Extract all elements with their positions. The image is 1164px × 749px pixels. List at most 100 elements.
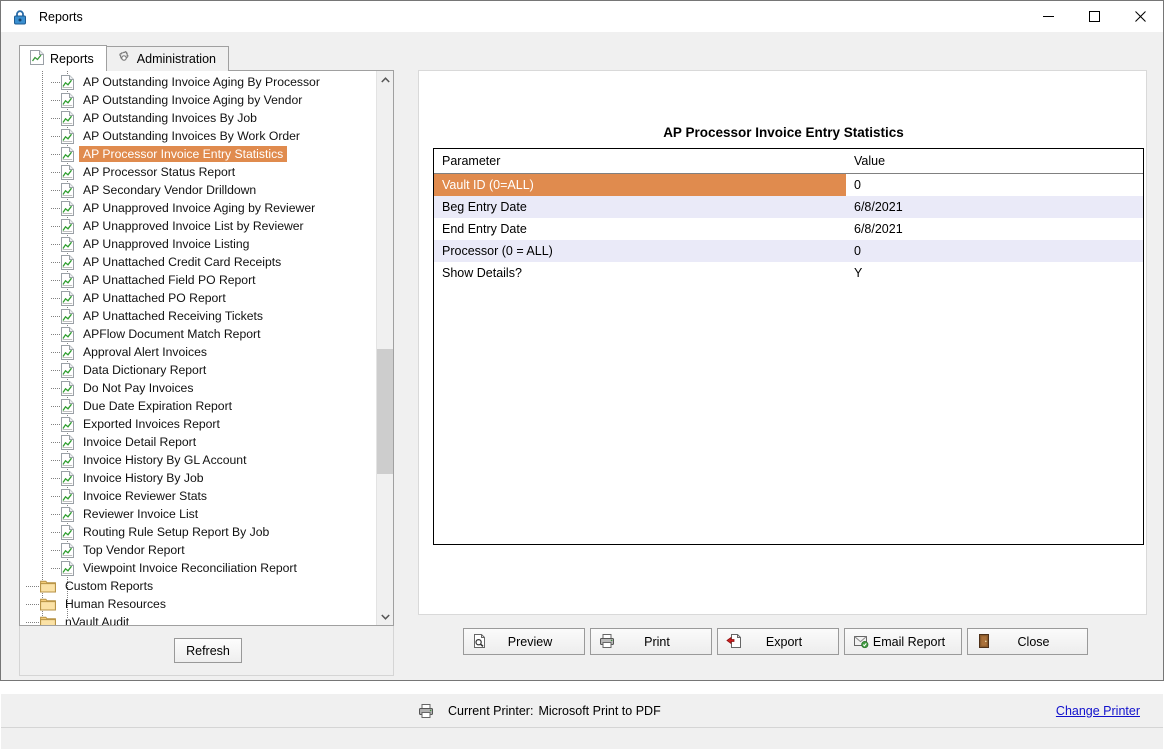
tab-administration[interactable]: Administration [105,46,229,71]
tree-item[interactable]: AP Processor Status Report [20,163,376,181]
tree-item-label: Viewpoint Invoice Reconciliation Report [83,561,297,575]
report-chart-icon [60,236,75,252]
window-bottom-edge [1,727,1163,749]
tree-item[interactable]: AP Unattached Receiving Tickets [20,307,376,325]
report-chart-icon [60,218,75,234]
tree-item-label: Invoice History By GL Account [83,453,247,467]
tree-item[interactable]: AP Unapproved Invoice Listing [20,235,376,253]
tree-item-label: Approval Alert Invoices [83,345,207,359]
preview-button[interactable]: Preview [463,628,585,655]
parameter-name-cell: Beg Entry Date [434,196,846,218]
report-preview-panel: AP Processor Invoice Entry Statistics Pa… [404,70,1147,680]
tree-item[interactable]: AP Processor Invoice Entry Statistics [20,145,376,163]
tree-item[interactable]: AP Unattached Field PO Report [20,271,376,289]
tree-item[interactable]: Invoice Detail Report [20,433,376,451]
tree-item-label: Invoice Reviewer Stats [83,489,207,503]
report-chart-icon [60,416,75,432]
parameter-name-cell: Processor (0 = ALL) [434,240,846,262]
parameter-value-cell[interactable]: Y [846,262,1143,284]
report-chart-icon [60,380,75,396]
tree-item-label: Custom Reports [65,579,154,593]
minimize-button[interactable] [1025,1,1071,32]
tree-item[interactable]: APFlow Document Match Report [20,325,376,343]
parameter-value-cell[interactable]: 0 [846,240,1143,262]
maximize-button[interactable] [1071,1,1117,32]
tree-item[interactable]: Human Resources [20,595,376,613]
tree-item[interactable]: AP Unapproved Invoice Aging by Reviewer [20,199,376,217]
tree-item[interactable]: Data Dictionary Report [20,361,376,379]
parameters-table: Parameter Value Vault ID (0=ALL) 0 Beg Ent… [433,148,1144,545]
tree-connector [22,433,60,451]
tree-connector [22,451,60,469]
tree-item-label: AP Processor Status Report [83,165,236,179]
tree-item[interactable]: Invoice Reviewer Stats [20,487,376,505]
tree-item[interactable]: Viewpoint Invoice Reconciliation Report [20,559,376,577]
tree-item[interactable]: AP Unapproved Invoice List by Reviewer [20,217,376,235]
print-button[interactable]: Print [590,628,712,655]
parameter-value-cell[interactable]: 6/8/2021 [846,218,1143,240]
table-row[interactable]: Processor (0 = ALL) 0 [434,240,1143,262]
scroll-up-arrow-icon[interactable] [377,71,393,88]
report-chart-icon [60,542,75,558]
tree-connector [22,289,60,307]
tree-item[interactable]: AP Secondary Vendor Drilldown [20,181,376,199]
refresh-button[interactable]: Refresh [174,638,242,663]
tree-connector [22,523,60,541]
tree-item[interactable]: AP Outstanding Invoice Aging by Vendor [20,91,376,109]
tree-item[interactable]: Approval Alert Invoices [20,343,376,361]
tree-scrollbar[interactable] [376,71,393,625]
parameter-name-cell: Show Details? [442,266,522,280]
tree-item[interactable]: Top Vendor Report [20,541,376,559]
tree-item[interactable]: AP Outstanding Invoice Aging By Processo… [20,73,376,91]
tree-item[interactable]: Invoice History By Job [20,469,376,487]
export-button[interactable]: Export [717,628,839,655]
tab-reports[interactable]: Reports [19,45,107,71]
tree-item-label: AP Unattached PO Report [83,291,226,305]
tree-item[interactable]: AP Outstanding Invoices By Work Order [20,127,376,145]
scroll-down-arrow-icon[interactable] [377,608,393,625]
title-bar: Reports [1,1,1163,32]
status-bar: Current Printer: Microsoft Print to PDF … [1,694,1163,727]
tree-connector [22,469,60,487]
report-chart-icon [60,434,75,450]
close-button[interactable] [1117,1,1163,32]
email-report-button[interactable]: Email Report [844,628,962,655]
report-chart-icon [60,488,75,504]
tree-connector [22,595,40,613]
report-chart-icon [30,49,44,68]
column-header-parameter: Parameter [434,149,846,174]
table-row[interactable]: Show Details? Y [434,262,1143,284]
tree-item[interactable]: Do Not Pay Invoices [20,379,376,397]
tree-item-label: Human Resources [65,597,166,611]
table-row[interactable]: Beg Entry Date 6/8/2021 [434,196,1143,218]
tree-item[interactable]: nVault Audit [20,613,376,625]
tree-item[interactable]: AP Unattached Credit Card Receipts [20,253,376,271]
empty-cell [846,284,1143,544]
change-printer-link[interactable]: Change Printer [1056,704,1140,718]
scrollbar-thumb[interactable] [377,349,393,474]
tab-administration-label: Administration [136,52,216,66]
close-report-button-label: Close [1017,634,1050,649]
tree-item[interactable]: Invoice History By GL Account [20,451,376,469]
tree-item-label: AP Processor Invoice Entry Statistics [79,146,288,162]
tree-item[interactable]: Due Date Expiration Report [20,397,376,415]
export-button-label: Export [765,634,803,649]
reports-tree[interactable]: AP Outstanding Invoice Aging By Processo… [20,73,376,625]
report-chart-icon [60,452,75,468]
tree-item[interactable]: AP Unattached PO Report [20,289,376,307]
table-header-row: Parameter Value [434,149,1143,174]
table-row[interactable]: End Entry Date 6/8/2021 [434,218,1143,240]
parameter-value-cell[interactable]: 6/8/2021 [846,196,1143,218]
tree-item[interactable]: Reviewer Invoice List [20,505,376,523]
table-row[interactable]: Vault ID (0=ALL) 0 [434,173,1143,197]
tree-item[interactable]: Routing Rule Setup Report By Job [20,523,376,541]
close-report-button[interactable]: Close [967,628,1088,655]
tree-item[interactable]: AP Outstanding Invoices By Job [20,109,376,127]
tree-connector [22,505,60,523]
tree-connector [22,217,60,235]
tree-item[interactable]: Custom Reports [20,577,376,595]
tree-item[interactable]: Exported Invoices Report [20,415,376,433]
tab-bar: Reports Administration [19,45,229,71]
parameter-value-cell[interactable]: 0 [846,174,1143,197]
report-title: AP Processor Invoice Entry Statistics [663,125,904,140]
